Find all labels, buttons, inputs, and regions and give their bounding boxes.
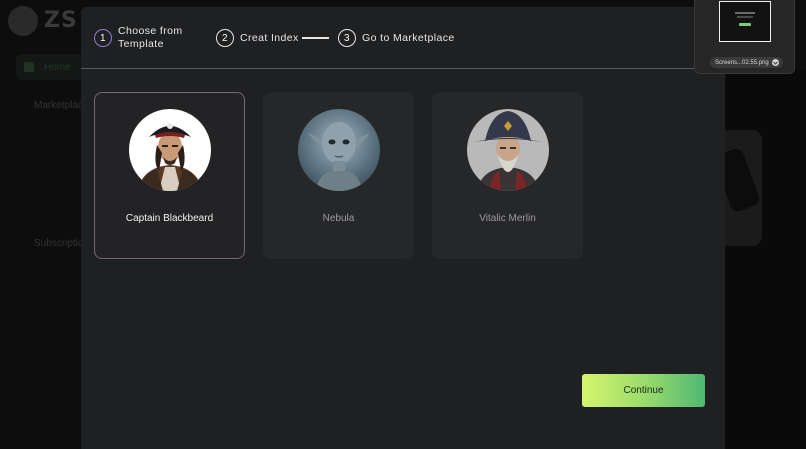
template-name: Nebula [322,213,355,224]
background-right-panel [726,70,806,449]
background-nav-home: Home [16,54,86,80]
template-name: Captain Blackbeard [125,213,214,224]
thumbnail-line [735,12,755,14]
step-label: Creat Index [240,31,299,44]
template-card-nebula[interactable]: Nebula [263,92,414,259]
create-agent-modal: 1 Choose from Template 2 Creat Index 3 G… [81,7,725,449]
step-create-index[interactable]: 2 Creat Index [216,29,299,47]
screenshot-thumbnail[interactable] [719,1,771,42]
step-number: 2 [216,29,234,47]
background-sidebar: ZS Home Marketplace Subscription [0,0,89,449]
chevron-down-icon[interactable] [771,59,779,66]
template-card-captain-blackbeard[interactable]: Captain Blackbeard [94,92,245,259]
stepper: 1 Choose from Template 2 Creat Index 3 G… [81,7,725,69]
background-nav-subscription: Subscription [16,230,89,256]
pirate-avatar [129,109,211,191]
template-list: Captain Blackbeard Nebula Vitalic Merlin [94,92,583,259]
background-logo-text: ZS [44,8,78,33]
template-name: Vitalic Merlin [479,213,536,224]
step-go-to-marketplace[interactable]: 3 Go to Marketplace [338,29,455,47]
step-number: 1 [94,29,112,47]
background-nav-label: Home [44,61,71,73]
thumbnail-button [739,23,751,26]
continue-button[interactable]: Continue [582,374,705,407]
step-label: Go to Marketplace [362,31,455,44]
background-nav-marketplace: Marketplace [16,92,88,118]
app-root: ZS Home Marketplace Subscription 1 Choos… [0,0,806,449]
screenshot-preview-popup[interactable]: Screens...02.55.png [694,0,795,74]
alien-avatar [298,109,380,191]
screenshot-file-label[interactable]: Screens...02.55.png [710,57,783,68]
wizard-avatar [467,109,549,191]
step-number: 3 [338,29,356,47]
home-icon [24,62,34,72]
step-connector [302,37,329,39]
step-label: Choose from Template [118,25,183,50]
template-card-vitalic-merlin[interactable]: Vitalic Merlin [432,92,583,259]
screenshot-file-name: Screens...02.55.png [715,59,769,66]
step-choose-template[interactable]: 1 Choose from Template [94,25,190,51]
background-logo-mark [8,6,38,36]
thumbnail-line [737,16,753,18]
